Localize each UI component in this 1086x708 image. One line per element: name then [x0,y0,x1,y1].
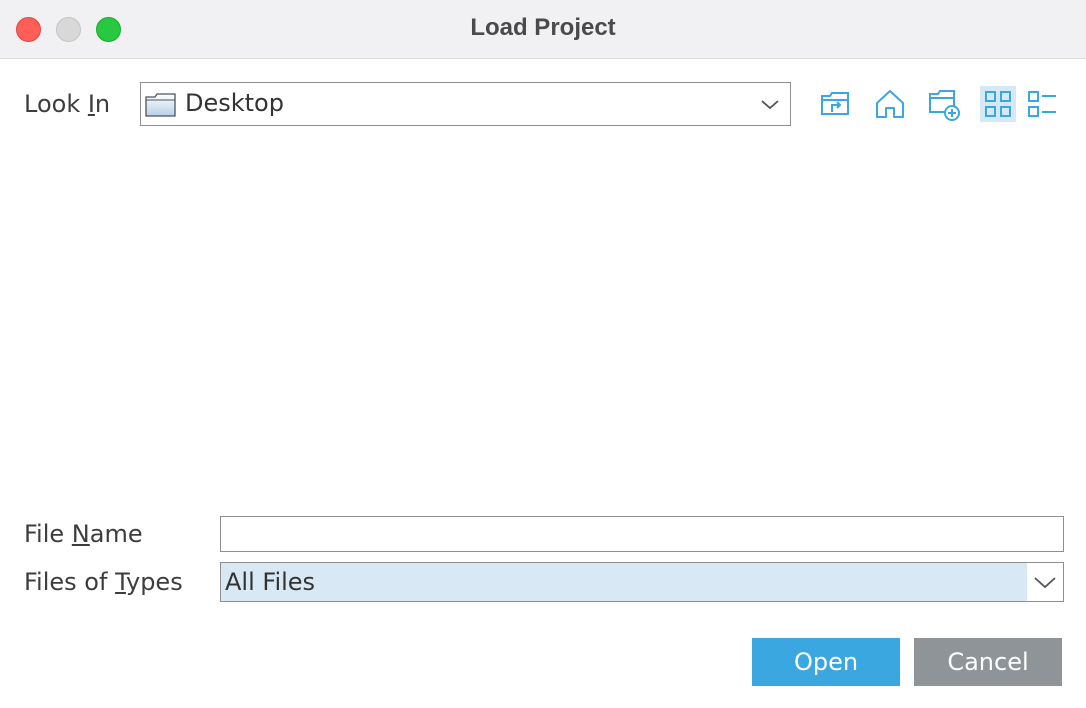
look-in-label-mnemonic: I [87,90,95,118]
file-types-label-prefix: Files of [24,568,116,596]
new-folder-icon[interactable] [926,86,962,122]
file-name-label-mnemonic: N [71,520,90,548]
look-in-label-prefix: Look [24,90,88,118]
up-folder-icon[interactable] [818,86,854,122]
open-button[interactable]: Open [752,638,900,686]
grid-view-icon[interactable] [980,86,1016,122]
file-types-dropdown[interactable]: All Files [220,562,1064,602]
look-in-dropdown[interactable]: Desktop [140,82,791,126]
file-list[interactable] [20,136,1066,504]
file-name-label: File Name [24,520,143,548]
look-in-label: Look In [24,90,110,118]
cancel-button[interactable]: Cancel [914,638,1062,686]
file-types-value: All Files [225,568,316,596]
file-types-label-suffix: ypes [125,568,183,596]
file-name-label-prefix: File [24,520,72,548]
look-in-value: Desktop [185,89,284,117]
file-types-chevron-area [1027,563,1063,601]
file-name-input[interactable] [220,516,1064,552]
window-title: Load Project [470,14,616,41]
file-types-label-mnemonic: T [115,568,126,596]
file-name-label-suffix: ame [89,520,143,548]
home-icon[interactable] [872,86,908,122]
list-view-icon[interactable] [1024,86,1060,122]
chevron-down-icon [759,95,781,117]
folder-icon [145,92,177,118]
title-bar: Load Project [0,0,1086,59]
look-in-label-suffix: n [94,90,111,118]
file-types-label: Files of Types [24,568,183,596]
